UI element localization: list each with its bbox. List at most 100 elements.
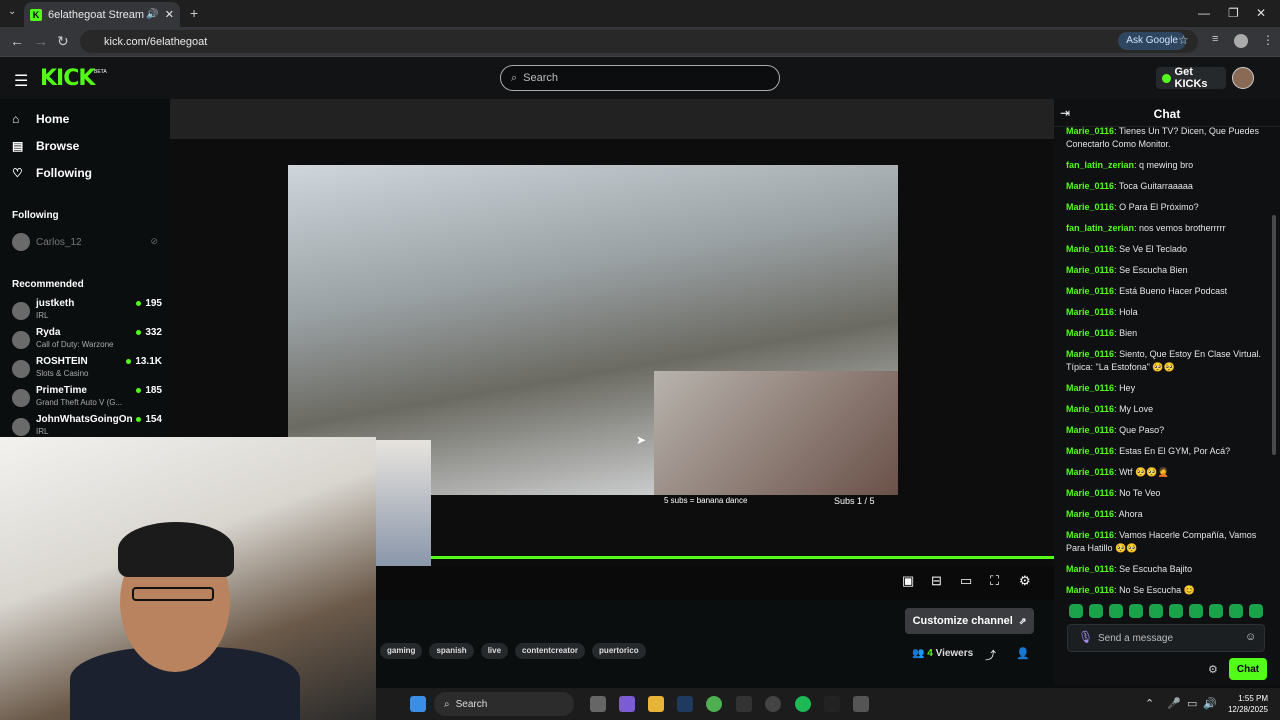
- chat-message: Marie_0116: Se Ve El Teclado: [1066, 243, 1272, 256]
- forward-icon[interactable]: →: [34, 33, 48, 49]
- user-avatar[interactable]: [1232, 67, 1254, 89]
- tag[interactable]: contentcreator: [515, 643, 586, 659]
- chat-settings-icon[interactable]: ⚙: [1208, 663, 1218, 676]
- chat-message-input[interactable]: Send a message: [1067, 624, 1265, 652]
- volume-icon[interactable]: 🔊: [1203, 697, 1217, 710]
- bookmark-star-icon[interactable]: ☆: [1178, 33, 1189, 47]
- profile-avatar[interactable]: [1234, 34, 1248, 48]
- emote-icon[interactable]: [1229, 604, 1243, 618]
- chat-username[interactable]: Marie_0116: [1066, 509, 1114, 519]
- send-chat-button[interactable]: Chat: [1229, 658, 1267, 680]
- system-clock[interactable]: 1:55 PM 12/28/2025: [1224, 693, 1268, 715]
- emote-icon[interactable]: [1089, 604, 1103, 618]
- chat-username[interactable]: Marie_0116: [1066, 488, 1114, 498]
- theater-mode-icon[interactable]: ⊟: [931, 573, 942, 589]
- steam-icon[interactable]: [677, 696, 693, 712]
- chat-username[interactable]: fan_latin_zerian: [1066, 223, 1134, 233]
- file-explorer-icon[interactable]: [648, 696, 664, 712]
- chat-username[interactable]: Marie_0116: [1066, 404, 1114, 414]
- epic-games-icon[interactable]: [736, 696, 752, 712]
- recommended-item[interactable]: justketh IRL 195: [12, 298, 162, 324]
- chat-username[interactable]: Marie_0116: [1066, 530, 1114, 540]
- ask-google-button[interactable]: Ask Google: [1118, 32, 1186, 50]
- chat-username[interactable]: Marie_0116: [1066, 286, 1114, 296]
- browser-menu-icon[interactable]: ⋮: [1262, 33, 1274, 47]
- chat-scrollbar[interactable]: [1272, 215, 1276, 455]
- media-control-icon[interactable]: ≡: [1212, 33, 1218, 45]
- emote-icon[interactable]: [1149, 604, 1163, 618]
- chat-username[interactable]: Marie_0116: [1066, 349, 1114, 359]
- get-kicks-button[interactable]: Get KICKs: [1156, 66, 1226, 90]
- share-icon[interactable]: ⤴: [985, 647, 996, 663]
- chat-username[interactable]: Marie_0116: [1066, 181, 1114, 191]
- windows-start-icon[interactable]: [410, 696, 426, 712]
- restore-icon[interactable]: ❐: [1228, 6, 1239, 20]
- url-field[interactable]: kick.com/6elathegoat Ask Google: [80, 30, 1198, 53]
- customize-channel-button[interactable]: Customize channel ⇗: [905, 608, 1034, 634]
- settings-gear-icon[interactable]: ⚙: [1019, 573, 1031, 589]
- sidebar-item-home[interactable]: ⌂ Home: [12, 112, 69, 126]
- fullscreen-icon[interactable]: ⛶: [990, 573, 999, 589]
- network-icon[interactable]: ▭: [1187, 697, 1197, 710]
- kick-logo[interactable]: KICK: [40, 66, 95, 91]
- pip-icon[interactable]: ▣: [902, 573, 914, 589]
- sidebar-item-following[interactable]: ♡ Following: [12, 166, 92, 180]
- mic-tray-icon[interactable]: 🎤: [1167, 697, 1181, 710]
- tag[interactable]: spanish: [429, 643, 474, 659]
- tray-chevron-icon[interactable]: ⌃: [1145, 697, 1154, 710]
- chat-username[interactable]: Marie_0116: [1066, 383, 1114, 393]
- obs-icon[interactable]: [765, 696, 781, 712]
- back-icon[interactable]: ←: [10, 33, 24, 49]
- emote-icon[interactable]: [1189, 604, 1203, 618]
- tag[interactable]: gaming: [380, 643, 423, 659]
- emote-icon[interactable]: [1129, 604, 1143, 618]
- chat-username[interactable]: Marie_0116: [1066, 446, 1114, 456]
- tab-search-icon[interactable]: ⌄: [8, 6, 16, 17]
- close-tab-icon[interactable]: ✕: [165, 8, 174, 21]
- chat-username[interactable]: Marie_0116: [1066, 328, 1114, 338]
- chat-username[interactable]: Marie_0116: [1066, 265, 1114, 275]
- close-window-icon[interactable]: ✕: [1256, 6, 1266, 20]
- chat-username[interactable]: Marie_0116: [1066, 202, 1114, 212]
- chrome-icon[interactable]: [706, 696, 722, 712]
- recommended-item[interactable]: ROSHTEIN Slots & Casino 13.1K: [12, 356, 162, 382]
- copilot-icon[interactable]: [619, 696, 635, 712]
- browser-tab[interactable]: K 6elathegoat Stream - Watc 🔊 ✕: [24, 2, 180, 27]
- chat-username[interactable]: fan_latin_zerian: [1066, 160, 1134, 170]
- task-view-icon[interactable]: [590, 696, 606, 712]
- sidebar-item-browse[interactable]: ▤ Browse: [12, 139, 79, 153]
- taskbar-search[interactable]: ⌕ Search: [434, 692, 574, 716]
- following-item[interactable]: Carlos_12 ⊘: [12, 233, 162, 259]
- chat-username[interactable]: Marie_0116: [1066, 467, 1114, 477]
- chat-username[interactable]: Marie_0116: [1066, 307, 1114, 317]
- emote-icon[interactable]: [1209, 604, 1223, 618]
- chat-username[interactable]: Marie_0116: [1066, 425, 1114, 435]
- capcut-icon[interactable]: [824, 696, 840, 712]
- chat-username[interactable]: Marie_0116: [1066, 564, 1114, 574]
- emoji-picker-icon[interactable]: ☺: [1245, 631, 1256, 643]
- chat-message: Marie_0116: Se Escucha Bien: [1066, 264, 1272, 277]
- emote-icon[interactable]: [1249, 604, 1263, 618]
- microphone-icon[interactable]: 🎙: [1078, 630, 1093, 644]
- recommended-item[interactable]: Ryda Call of Duty: Warzone 332: [12, 327, 162, 353]
- reload-icon[interactable]: ↻: [57, 33, 69, 50]
- recommended-item[interactable]: PrimeTime Grand Theft Auto V (G... 185: [12, 385, 162, 411]
- chat-username[interactable]: Marie_0116: [1066, 126, 1114, 136]
- minimize-icon[interactable]: —: [1198, 6, 1210, 20]
- spotify-icon[interactable]: [795, 696, 811, 712]
- search-input[interactable]: ⌕ Search: [500, 65, 780, 91]
- new-tab-icon[interactable]: +: [190, 5, 198, 21]
- video-progress-bar[interactable]: [376, 556, 1054, 559]
- chat-username[interactable]: Marie_0116: [1066, 244, 1114, 254]
- mini-player-icon[interactable]: ▭: [960, 573, 972, 589]
- emote-icon[interactable]: [1069, 604, 1083, 618]
- app-icon[interactable]: [853, 696, 869, 712]
- tag[interactable]: puertorico: [592, 643, 646, 659]
- chat-username[interactable]: Marie_0116: [1066, 585, 1114, 595]
- emote-icon[interactable]: [1169, 604, 1183, 618]
- tag[interactable]: live: [480, 643, 509, 659]
- follow-user-icon[interactable]: 👤: [1016, 647, 1030, 660]
- audio-icon[interactable]: 🔊: [146, 9, 158, 20]
- emote-icon[interactable]: [1109, 604, 1123, 618]
- hamburger-menu-icon[interactable]: ☰: [14, 71, 28, 91]
